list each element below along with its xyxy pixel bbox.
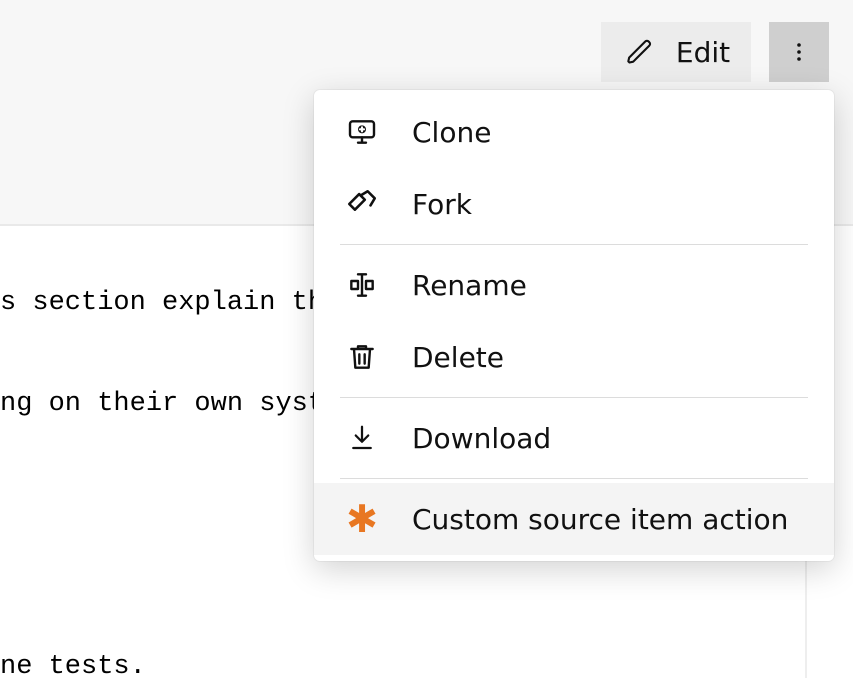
menu-item-label: Delete [412,341,504,374]
menu-item-label: Custom source item action [412,503,788,536]
actions-menu: Clone Fork Rename [314,90,834,561]
menu-item-clone[interactable]: Clone [314,96,834,168]
menu-item-label: Download [412,422,551,455]
custom-action-icon: ✱ [344,501,380,537]
menu-item-rename[interactable]: Rename [314,249,834,321]
code-line: ne tests. [0,648,853,678]
menu-item-download[interactable]: Download [314,402,834,474]
menu-item-label: Rename [412,269,527,302]
menu-item-fork[interactable]: Fork [314,168,834,240]
kebab-icon [787,40,811,64]
more-actions-button[interactable] [769,22,829,82]
page-root: Edit s section explain the ng on their o… [0,0,853,678]
edit-button-label: Edit [676,36,730,69]
fork-icon [344,186,380,222]
edit-button[interactable]: Edit [601,22,751,82]
download-icon [344,420,380,456]
menu-item-label: Fork [412,188,472,221]
menu-item-custom-action[interactable]: ✱ Custom source item action [314,483,834,555]
menu-separator [340,397,808,398]
menu-item-label: Clone [412,116,491,149]
toolbar: Edit [601,22,829,82]
rename-icon [344,267,380,303]
menu-separator [340,244,808,245]
menu-item-delete[interactable]: Delete [314,321,834,393]
menu-separator [340,478,808,479]
pencil-icon [622,34,658,70]
delete-icon [344,339,380,375]
clone-icon [344,114,380,150]
